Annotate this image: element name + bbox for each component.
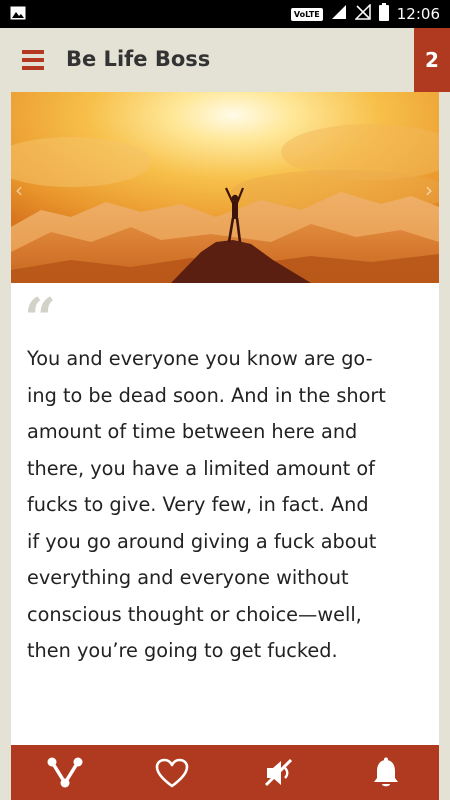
counter-badge[interactable]: 2 bbox=[414, 28, 450, 92]
app-title: Be Life Boss bbox=[66, 47, 211, 71]
notifications-button[interactable] bbox=[332, 745, 439, 800]
mute-icon bbox=[264, 758, 292, 786]
hamburger-menu-icon[interactable] bbox=[22, 50, 44, 70]
quote-card: “ You and everyone you know are go- ing … bbox=[11, 283, 439, 745]
quote-line: if you go around giving a fuck about bbox=[27, 529, 377, 553]
status-bar: VoLTE 12:06 bbox=[0, 0, 450, 28]
bottom-action-bar bbox=[11, 745, 439, 800]
quote-line: there, you have a limited amount of bbox=[27, 456, 375, 480]
quote-line: everything and everyone without bbox=[27, 566, 349, 589]
bell-icon bbox=[373, 757, 398, 786]
next-arrow-icon[interactable]: › bbox=[425, 178, 433, 202]
share-button[interactable] bbox=[11, 745, 118, 800]
mountain-summit-image bbox=[11, 92, 439, 283]
quote-line: fucks to give. Very few, in fact. And bbox=[27, 493, 369, 516]
no-sim-icon bbox=[353, 3, 371, 24]
quote-line: ing to be dead soon. And in the short bbox=[27, 383, 386, 407]
share-icon bbox=[47, 757, 82, 787]
hero-image: ‹ › bbox=[11, 92, 439, 283]
quote-mark-icon: “ bbox=[24, 286, 57, 352]
quote-line: then you’re going to get fucked. bbox=[27, 639, 338, 662]
volte-badge: VoLTE bbox=[290, 7, 323, 21]
status-time: 12:06 bbox=[396, 5, 440, 23]
quote-line: You and everyone you know are go- bbox=[27, 347, 373, 370]
battery-icon bbox=[378, 3, 389, 25]
signal-icon bbox=[331, 4, 347, 24]
image-notification-icon bbox=[10, 5, 26, 24]
favorite-button[interactable] bbox=[118, 745, 225, 800]
quote-line: amount of time between here and bbox=[27, 420, 358, 443]
mute-button[interactable] bbox=[225, 745, 332, 800]
app-bar: Be Life Boss 2 bbox=[0, 28, 450, 92]
quote-text: You and everyone you know are go- ing to… bbox=[27, 341, 427, 670]
heart-icon bbox=[155, 758, 188, 787]
previous-arrow-icon[interactable]: ‹ bbox=[15, 178, 23, 202]
quote-line: conscious thought or choice—well, bbox=[27, 602, 362, 626]
